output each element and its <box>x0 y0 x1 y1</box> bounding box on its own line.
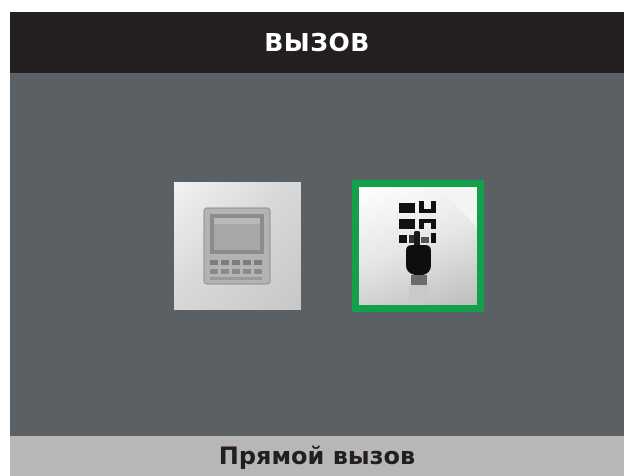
title-bar: ВЫЗОВ <box>10 12 624 73</box>
call-screen: ВЫЗОВ Прямой вызов <box>10 12 624 476</box>
page-title: ВЫЗОВ <box>264 28 370 57</box>
status-bar: Прямой вызов <box>10 436 624 476</box>
keypad-direct-call-icon <box>399 187 477 299</box>
selected-option-label: Прямой вызов <box>218 442 416 470</box>
monitor-device-icon <box>203 207 271 285</box>
monitor-option-button[interactable] <box>174 182 301 310</box>
keypad-option-button[interactable] <box>352 180 484 312</box>
